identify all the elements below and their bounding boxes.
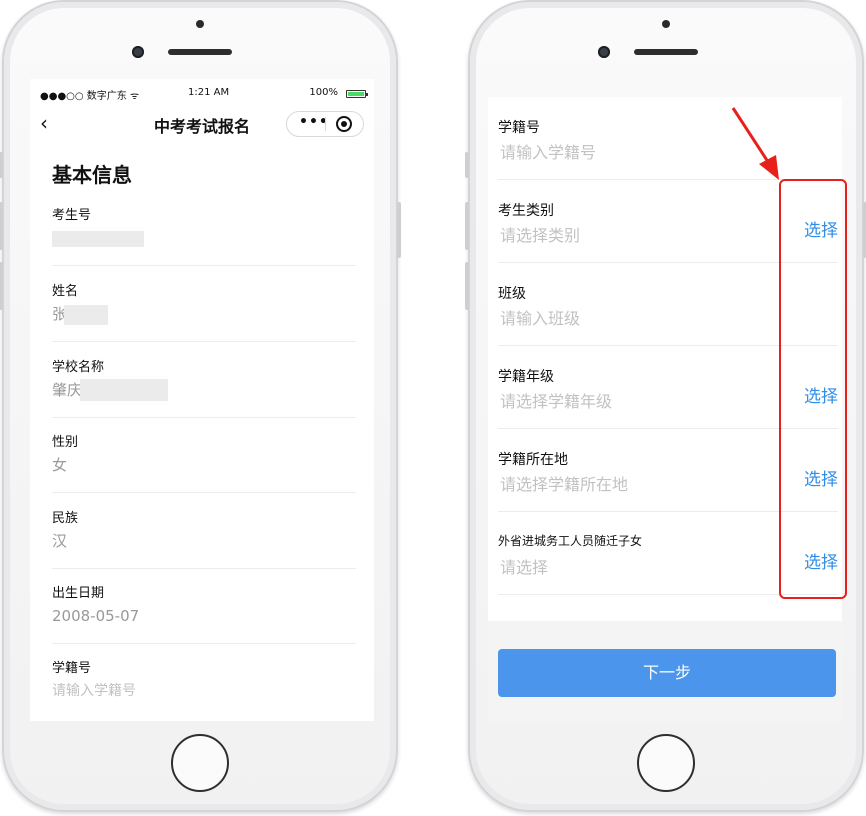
annotation-arrow-icon <box>731 107 779 180</box>
